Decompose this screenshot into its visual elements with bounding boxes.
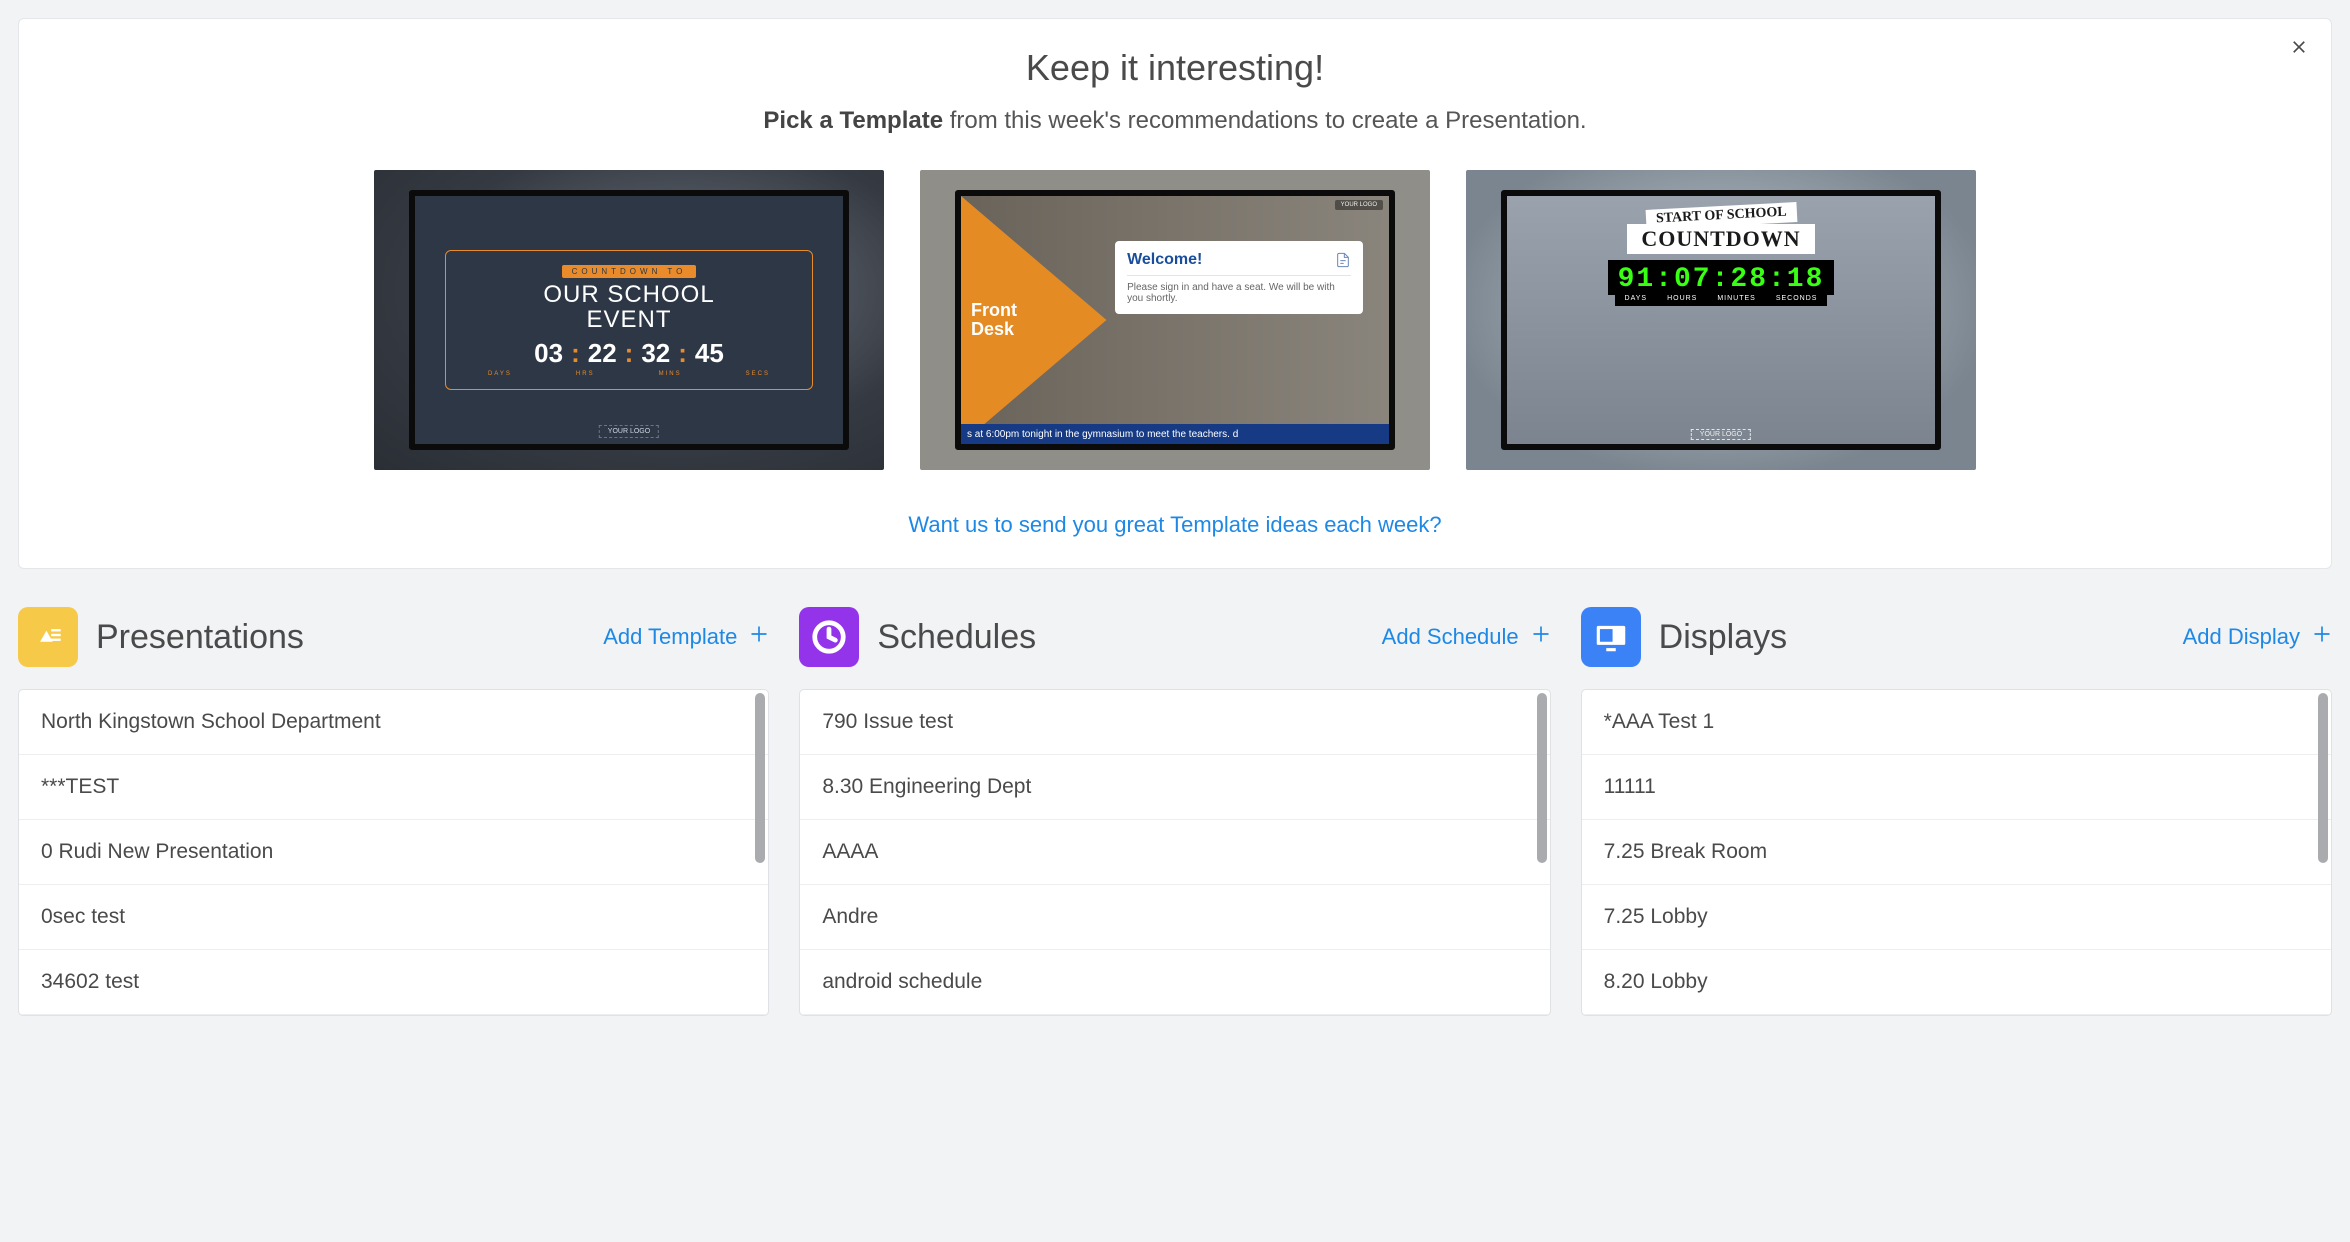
list-item[interactable]: North Kingstown School Department [19,690,768,755]
hero-card: Keep it interesting! Pick a Template fro… [18,18,2332,569]
document-icon [1335,252,1351,268]
list-item[interactable]: 34602 test [19,950,768,1015]
schedules-icon [799,607,859,667]
list-item[interactable]: android schedule [800,950,1549,1015]
list-item[interactable]: 790 Issue test [800,690,1549,755]
scrollbar[interactable] [2317,690,2331,1015]
list-item[interactable]: 7.25 Lobby [1582,885,2331,950]
template-row: COUNTDOWN TO OUR SCHOOL EVENT 03: 22: 32… [55,170,2295,470]
template3-led-digits: 91:07:28:18 [1608,260,1835,295]
template2-card-body: Please sign in and have a seat. We will … [1127,282,1351,304]
template-frame: COUNTDOWN TO OUR SCHOOL EVENT 03: 22: 32… [409,190,849,450]
add-template-button[interactable]: Add Template [603,624,769,650]
plus-icon [1531,624,1551,650]
template2-triangle: Front Desk [961,196,1107,444]
add-schedule-button[interactable]: Add Schedule [1382,624,1551,650]
template1-logo-placeholder: YOUR LOGO [599,425,659,438]
displays-title: Displays [1659,618,2183,657]
schedules-list: 790 Issue test 8.30 Engineering Dept AAA… [799,689,1550,1016]
hero-footer: Want us to send you great Template ideas… [55,512,2295,538]
template1-box: COUNTDOWN TO OUR SCHOOL EVENT 03: 22: 32… [445,250,813,390]
template-tile-school-countdown[interactable]: START OF SCHOOL COUNTDOWN 91:07:28:18 DA… [1466,170,1976,470]
displays-column: Displays Add Display *AAA Test 1 11111 7… [1581,607,2332,1016]
plus-icon [2312,624,2332,650]
weekly-templates-optin-link[interactable]: Want us to send you great Template ideas… [908,512,1441,537]
template3-logo-placeholder: YOUR LOGO [1691,429,1751,440]
hero-subtitle-rest: from this week's recommendations to crea… [943,107,1587,134]
template2-card: Welcome! Please sign in and have a seat.… [1115,241,1363,314]
list-item[interactable]: 0sec test [19,885,768,950]
schedules-title: Schedules [877,618,1381,657]
template-tile-front-desk[interactable]: YOUR LOGO Front Desk Welcome! Please sig… [920,170,1430,470]
presentations-icon [18,607,78,667]
hero-subtitle-strong: Pick a Template [763,107,943,134]
list-item[interactable]: 0 Rudi New Presentation [19,820,768,885]
template1-top-label: COUNTDOWN TO [562,265,697,278]
template3-unit-labels: DAYS HOURS MINUTES SECONDS [1615,295,1828,306]
add-display-button[interactable]: Add Display [2183,624,2332,650]
list-item[interactable]: Andre [800,885,1549,950]
displays-header: Displays Add Display [1581,607,2332,667]
displays-list: *AAA Test 1 11111 7.25 Break Room 7.25 L… [1581,689,2332,1016]
hero-subtitle: Pick a Template from this week's recomme… [55,107,2295,135]
add-template-label: Add Template [603,624,737,650]
list-item[interactable]: 7.25 Break Room [1582,820,2331,885]
scrollbar[interactable] [754,690,768,1015]
template2-ticker: s at 6:00pm tonight in the gymnasium to … [961,424,1389,444]
template-frame: START OF SCHOOL COUNTDOWN 91:07:28:18 DA… [1501,190,1941,450]
schedules-header: Schedules Add Schedule [799,607,1550,667]
template1-digits: 03: 22: 32: 45 [456,338,802,369]
list-item[interactable]: AAAA [800,820,1549,885]
add-display-label: Add Display [2183,624,2300,650]
template2-logo-placeholder: YOUR LOGO [1335,200,1383,210]
close-icon[interactable] [2289,37,2309,62]
list-item[interactable]: 8.30 Engineering Dept [800,755,1549,820]
template-tile-countdown-event[interactable]: COUNTDOWN TO OUR SCHOOL EVENT 03: 22: 32… [374,170,884,470]
presentations-title: Presentations [96,618,603,657]
add-schedule-label: Add Schedule [1382,624,1519,650]
scrollbar[interactable] [1536,690,1550,1015]
hero-title: Keep it interesting! [55,47,2295,89]
list-item[interactable]: ***TEST [19,755,768,820]
template2-card-title: Welcome! [1127,251,1202,269]
presentations-column: Presentations Add Template North Kingsto… [18,607,769,1016]
list-item[interactable]: *AAA Test 1 [1582,690,2331,755]
presentations-list: North Kingstown School Department ***TES… [18,689,769,1016]
dashboard-columns: Presentations Add Template North Kingsto… [18,607,2332,1016]
template1-unit-labels: DAYS HRS MINS SECS [456,371,802,377]
template1-title: OUR SCHOOL EVENT [456,282,802,332]
schedules-column: Schedules Add Schedule 790 Issue test 8.… [799,607,1550,1016]
list-item[interactable]: 8.20 Lobby [1582,950,2331,1015]
template-frame: YOUR LOGO Front Desk Welcome! Please sig… [955,190,1395,450]
displays-icon [1581,607,1641,667]
plus-icon [749,624,769,650]
presentations-header: Presentations Add Template [18,607,769,667]
list-item[interactable]: 11111 [1582,755,2331,820]
